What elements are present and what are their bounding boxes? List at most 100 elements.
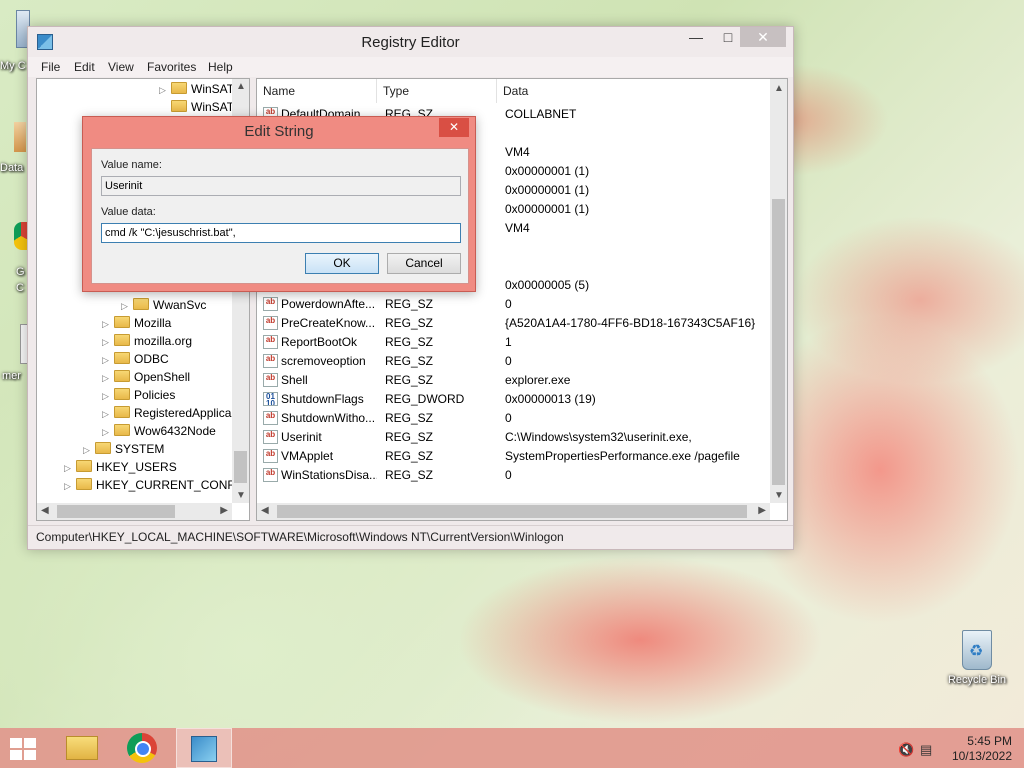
regedit-icon [191, 736, 217, 762]
cell-data: 0x00000005 (5) [505, 278, 590, 292]
cell-type: REG_SZ [385, 354, 434, 368]
value-data-field[interactable] [101, 223, 461, 243]
tree-item[interactable]: ▷ HKEY_USERS [64, 458, 177, 476]
edit-string-dialog: Edit String ✕ Value name: Value data: OK… [82, 116, 476, 292]
scroll-thumb[interactable] [57, 505, 175, 518]
tree-item[interactable]: ▷ Mozilla [102, 314, 171, 332]
windows-logo-pane [24, 750, 36, 760]
column-header-name[interactable]: Name [257, 79, 377, 103]
cell-name: ShutdownFlags [281, 392, 364, 406]
table-row[interactable]: ab PowerdownAfte... REG_SZ 0 [257, 295, 771, 314]
tree-item[interactable]: ▷ SYSTEM [83, 440, 164, 458]
scroll-thumb[interactable] [277, 505, 747, 518]
folder-icon [95, 442, 111, 454]
expand-arrow-icon[interactable]: ▷ [64, 477, 76, 495]
menu-edit[interactable]: Edit [74, 60, 95, 74]
network-icon[interactable]: ▤ [920, 742, 932, 758]
table-row[interactable]: ab Shell REG_SZ explorer.exe [257, 371, 771, 390]
expand-arrow-icon[interactable]: ▷ [159, 81, 171, 99]
tree-item[interactable]: ▷ HKEY_CURRENT_CONFIG [64, 476, 247, 494]
expand-arrow-icon[interactable]: ▷ [102, 387, 114, 405]
folder-icon [171, 82, 187, 94]
table-row[interactable]: ab ShutdownWitho... REG_SZ 0 [257, 409, 771, 428]
dialog-title: Edit String [244, 123, 314, 140]
volume-muted-icon[interactable]: 🔇 [898, 742, 914, 758]
scroll-right-icon[interactable]: ▶ [220, 505, 228, 516]
folder-icon [171, 100, 187, 112]
scroll-up-icon[interactable]: ▲ [236, 81, 246, 92]
scroll-up-icon[interactable]: ▲ [774, 83, 784, 94]
desktop-icon-label-2: Data [0, 162, 24, 174]
dialog-close-button[interactable]: ✕ [439, 118, 469, 137]
expand-arrow-icon[interactable]: ▷ [102, 351, 114, 369]
folder-icon [114, 424, 130, 436]
folder-icon [114, 406, 130, 418]
cell-name: WinStationsDisa... [281, 468, 377, 482]
tree-item[interactable]: ▷ WinSAT [159, 80, 234, 98]
menu-help[interactable]: Help [208, 60, 233, 74]
values-horizontal-scrollbar[interactable]: ◀ ▶ [257, 503, 770, 520]
menu-favorites[interactable]: Favorites [147, 60, 196, 74]
taskbar-registry-editor[interactable] [176, 728, 232, 768]
cell-type: REG_SZ [385, 335, 434, 349]
scroll-down-icon[interactable]: ▼ [236, 490, 246, 501]
tree-item[interactable]: WinSAT [171, 98, 234, 116]
scroll-left-icon[interactable]: ◀ [41, 505, 49, 516]
table-row[interactable]: ab PreCreateKnow... REG_SZ {A520A1A4-1780-4… [257, 314, 771, 333]
tree-item[interactable]: ▷ Wow6432Node [102, 422, 216, 440]
expand-arrow-icon[interactable]: ▷ [83, 441, 95, 459]
ok-button[interactable]: OK [305, 253, 379, 274]
system-clock[interactable]: 5:45 PM 10/13/2022 [952, 734, 1012, 764]
windows-logo-icon [10, 738, 22, 748]
table-row[interactable]: 01 10 ShutdownFlags REG_DWORD 0x00000013 (19… [257, 390, 771, 409]
scroll-thumb[interactable] [234, 451, 247, 483]
scroll-thumb[interactable] [772, 199, 785, 485]
expand-arrow-icon[interactable]: ▷ [102, 369, 114, 387]
start-button[interactable] [10, 738, 38, 760]
close-button[interactable]: ✕ [740, 27, 786, 47]
values-vertical-scrollbar[interactable]: ▲ ▼ [770, 79, 787, 503]
expand-arrow-icon[interactable]: ▷ [64, 459, 76, 477]
tree-item[interactable]: ▷ Policies [102, 386, 175, 404]
scroll-left-icon[interactable]: ◀ [261, 505, 269, 516]
tree-item[interactable]: ▷ RegisteredApplica [102, 404, 231, 422]
partial-desktop-icons[interactable]: My C Data G C mer [0, 0, 30, 382]
taskbar-chrome[interactable] [115, 728, 171, 768]
cell-data: 1 [505, 335, 512, 349]
tree-horizontal-scrollbar[interactable]: ◀ ▶ [37, 503, 232, 520]
cell-type: REG_SZ [385, 449, 434, 463]
value-name-field[interactable] [101, 176, 461, 196]
tree-item[interactable]: ▷ WwanSvc [121, 296, 206, 314]
column-header-data[interactable]: Data [497, 79, 772, 103]
string-value-icon: ab [263, 297, 278, 311]
tree-item[interactable]: ▷ mozilla.org [102, 332, 192, 350]
expand-arrow-icon[interactable]: ▷ [102, 423, 114, 441]
maximize-button[interactable]: □ [714, 27, 742, 47]
table-row[interactable]: ab WinStationsDisa... REG_SZ 0 [257, 466, 771, 485]
recycle-bin-desktop-icon[interactable]: Recycle Bin [942, 630, 1012, 686]
cell-name: PreCreateKnow... [281, 316, 376, 330]
tree-item[interactable]: ▷ OpenShell [102, 368, 190, 386]
menu-view[interactable]: View [108, 60, 134, 74]
tree-item[interactable]: ▷ ODBC [102, 350, 169, 368]
cell-data: 0 [505, 297, 512, 311]
table-row[interactable]: ab scremoveoption REG_SZ 0 [257, 352, 771, 371]
scroll-right-icon[interactable]: ▶ [758, 505, 766, 516]
table-row[interactable]: ab ReportBootOk REG_SZ 1 [257, 333, 771, 352]
recycle-bin-label: Recycle Bin [947, 674, 1007, 686]
menu-file[interactable]: File [41, 60, 60, 74]
expand-arrow-icon[interactable]: ▷ [102, 405, 114, 423]
expand-arrow-icon[interactable]: ▷ [102, 333, 114, 351]
expand-arrow-icon[interactable]: ▷ [102, 315, 114, 333]
column-header-type[interactable]: Type [377, 79, 497, 103]
string-value-icon: ab [263, 411, 278, 425]
chrome-shortcut-icon [14, 222, 28, 250]
table-row[interactable]: ab VMApplet REG_SZ SystemPropertiesPerforma… [257, 447, 771, 466]
table-row[interactable]: ab Userinit REG_SZ C:\Windows\system32\user… [257, 428, 771, 447]
scroll-down-icon[interactable]: ▼ [774, 490, 784, 501]
cancel-button[interactable]: Cancel [387, 253, 461, 274]
title-bar[interactable]: Registry Editor — □ ✕ [28, 27, 793, 57]
taskbar-file-explorer[interactable] [54, 728, 110, 768]
expand-arrow-icon[interactable]: ▷ [121, 297, 133, 315]
minimize-button[interactable]: — [682, 27, 710, 47]
